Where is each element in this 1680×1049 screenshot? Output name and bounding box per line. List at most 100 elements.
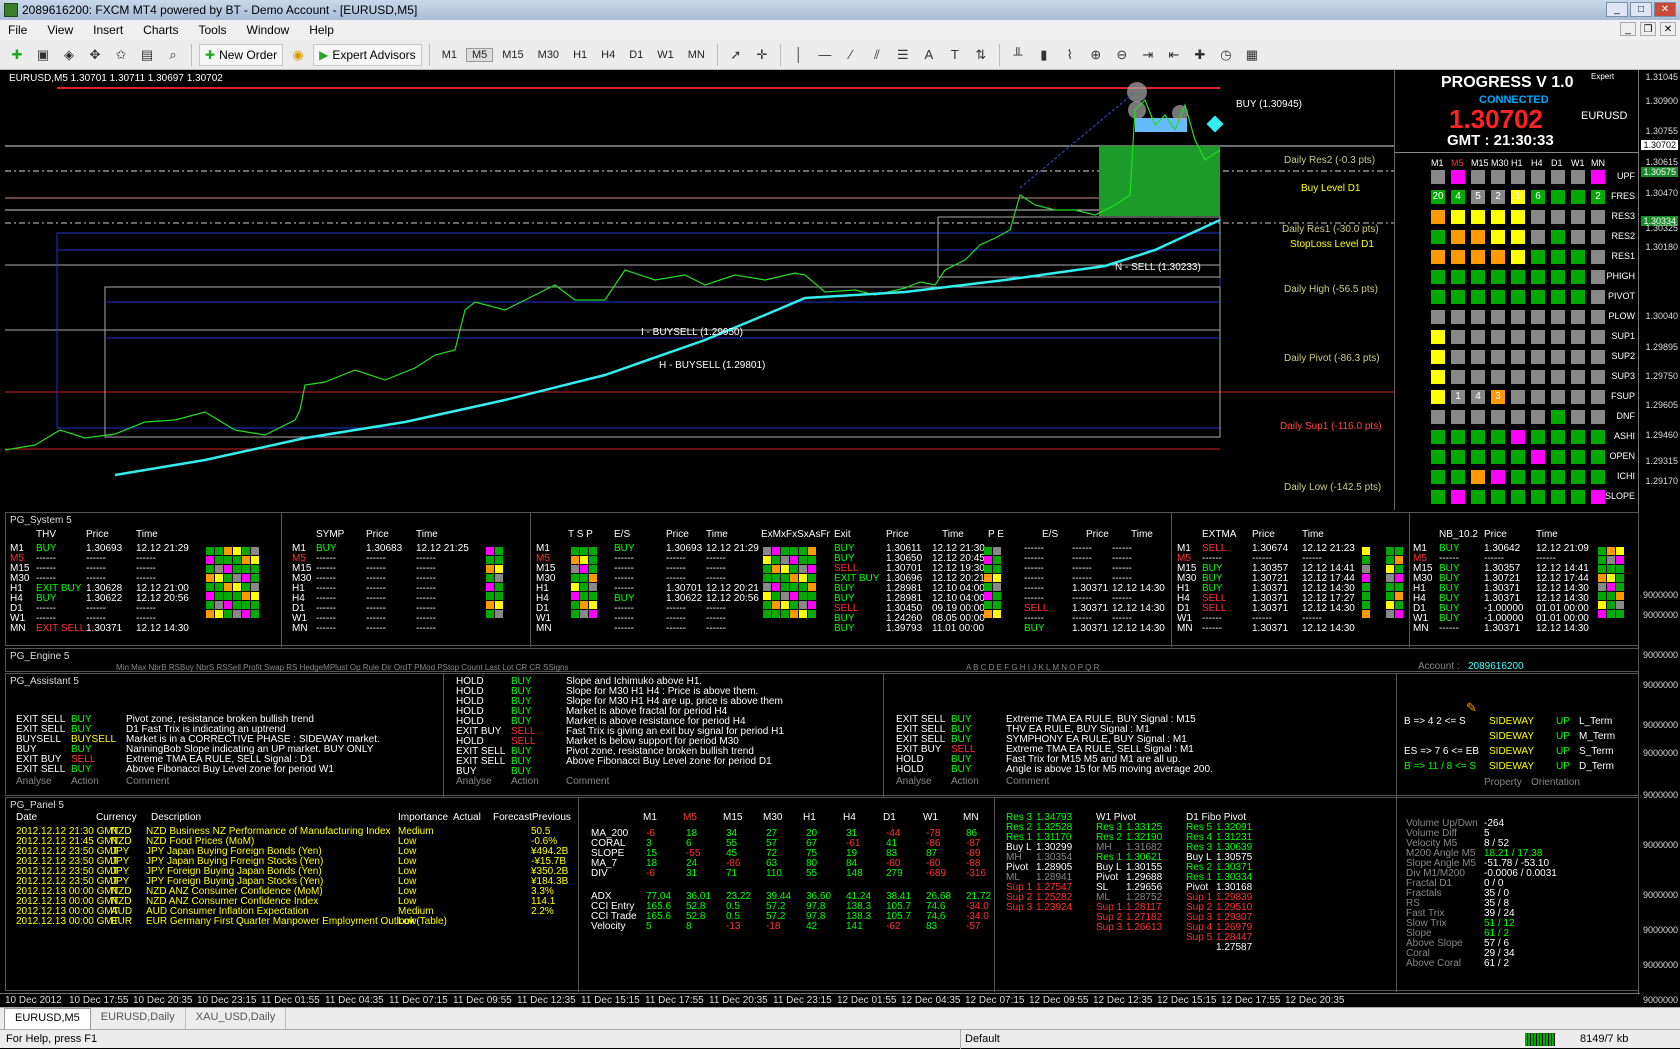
mini-cell [486,592,494,600]
matrix-cell [1571,490,1585,504]
mini-cell [495,601,503,609]
menu-view[interactable]: View [45,20,75,40]
matrix-cell [1551,390,1565,404]
matrix-cell [1471,370,1485,384]
time-label: 11 Dec 07:15 [389,995,448,1006]
time-label: 12 Dec 07:15 [965,995,1025,1006]
mini-cell [781,556,789,564]
mini-cell [1386,556,1394,564]
profiles-icon[interactable]: ▣ [32,44,54,66]
indicator-cell: -6 [646,868,655,879]
maximize-button[interactable]: □ [1630,2,1652,17]
menu-charts[interactable]: Charts [141,20,180,40]
tab-eurusd-daily[interactable]: EURUSD,Daily [91,1008,186,1029]
time-label: 10 Dec 2012 [5,995,62,1006]
mini-cell [984,592,992,600]
tester-icon[interactable]: ⌕ [162,44,184,66]
mini-cell [242,592,250,600]
tf-d1-button[interactable]: D1 [624,49,648,61]
terminal-icon[interactable]: ▤ [136,44,158,66]
mini-cell [1362,565,1370,573]
tf-m5-button[interactable]: M5 [465,47,494,62]
matrix-cell [1511,210,1525,224]
menu-help[interactable]: Help [307,20,336,40]
mini-cell [808,574,816,582]
matrix-cell [1451,270,1465,284]
navigator-icon[interactable]: ✥ [84,44,106,66]
tsp-header: Time [942,529,964,540]
zoom-in-icon[interactable]: ⊕ [1085,44,1107,66]
candles-icon[interactable]: ▮ [1033,44,1055,66]
indicators-icon[interactable]: ✚ [1189,44,1211,66]
autoscroll-icon[interactable]: ⇥ [1137,44,1159,66]
time-scale[interactable]: 10 Dec 2012 10 Dec 17:55 10 Dec 20:35 10 De… [0,993,1640,1007]
vertical-line-icon[interactable]: │ [788,44,810,66]
text-icon[interactable]: A [918,44,940,66]
horizontal-line-icon[interactable]: — [814,44,836,66]
indicator-cell: 110 [766,868,782,879]
mini-cell [1362,610,1370,618]
zoom-out-icon[interactable]: ⊖ [1111,44,1133,66]
matrix-cell [1551,450,1565,464]
mini-cell [781,565,789,573]
menu-window[interactable]: Window [245,20,292,40]
tf-h1-button[interactable]: H1 [568,49,592,61]
engine-account-label: Account : [1418,661,1460,672]
crosshair-icon[interactable]: ✛ [751,44,773,66]
mini-cell [1616,610,1624,618]
periods-icon[interactable]: ◷ [1215,44,1237,66]
price-scale-label: 1.30180 [1645,242,1678,252]
menu-tools[interactable]: Tools [197,20,229,40]
symp-cell: ------ [416,623,436,634]
minimize-button[interactable]: _ [1606,2,1628,17]
matrix-cell [1551,190,1565,204]
mdi-minimize-button[interactable]: _ [1620,22,1636,36]
fres-count: 20 [1432,191,1444,202]
tab-xauusd-daily[interactable]: XAU_USD,Daily [186,1008,287,1029]
mdi-close-button[interactable]: ✕ [1660,22,1676,36]
tf-m1-button[interactable]: M1 [437,49,462,61]
favorites-icon[interactable]: ✩ [110,44,132,66]
line-chart-icon[interactable]: ⌇ [1059,44,1081,66]
cursor-icon[interactable]: ➚ [725,44,747,66]
level-label-daily-pivot: Daily Pivot (-86.3 pts) [1284,353,1380,364]
tab-eurusd-m5[interactable]: EURUSD,M5 [4,1008,91,1029]
matrix-cell [1571,370,1585,384]
menu-file[interactable]: File [6,20,29,40]
mini-cell [495,592,503,600]
channel-icon[interactable]: ⫽ [866,44,888,66]
expert-advisors-button[interactable]: ▶ Expert Advisors [313,43,422,66]
section-divider [1396,798,1397,992]
mini-cell [1616,556,1624,564]
arrows-icon[interactable]: ⇅ [970,44,992,66]
tf-h4-button[interactable]: H4 [596,49,620,61]
trendline-icon[interactable]: ∕ [840,44,862,66]
chart-shift-icon[interactable]: ⇤ [1163,44,1185,66]
new-chart-icon[interactable]: ✚ [6,44,28,66]
matrix-cell [1551,330,1565,344]
templates-icon[interactable]: ▦ [1241,44,1263,66]
price-scale[interactable]: 1.31045 1.30900 1.30755 1.30702 1.30615 1.305… [1638,70,1680,1005]
market-watch-icon[interactable]: ◈ [58,44,80,66]
label-icon[interactable]: T [944,44,966,66]
mini-cell [233,547,241,555]
mini-cell [224,556,232,564]
tf-w1-button[interactable]: W1 [652,49,679,61]
stat-label: Above Coral [1406,958,1462,969]
new-order-button[interactable]: ✚ New Order [199,43,284,66]
bar-chart-icon[interactable]: ╨ [1007,44,1029,66]
close-button[interactable]: ✕ [1654,2,1676,17]
level-label-daily-low: Daily Low (-142.5 pts) [1284,482,1382,493]
matrix-cell [1511,410,1525,424]
orient-footer: Property [1484,777,1522,788]
mdi-restore-button[interactable]: ❐ [1640,22,1656,36]
fibo-icon[interactable]: ☰ [892,44,914,66]
mini-cell [233,565,241,573]
metaeditor-icon[interactable]: ◉ [287,44,309,66]
tf-m15-button[interactable]: M15 [497,49,528,61]
tf-mn-button[interactable]: MN [683,49,710,61]
tf-m30-button[interactable]: M30 [533,49,564,61]
menu-insert[interactable]: Insert [91,20,125,40]
tsp-header: E/S [614,529,631,540]
price-chart[interactable] [5,70,1395,510]
